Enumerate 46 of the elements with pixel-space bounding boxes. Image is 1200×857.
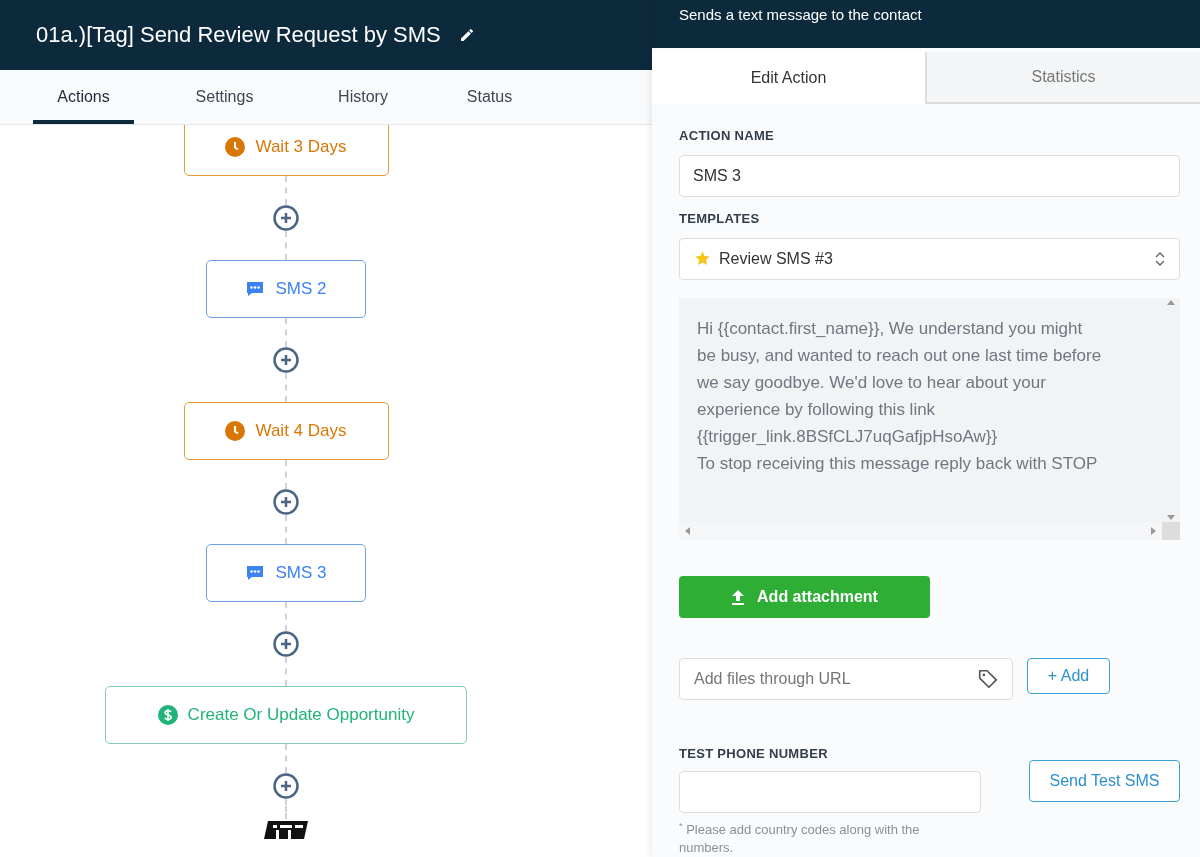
star-icon [694, 250, 711, 268]
add-step-icon[interactable] [273, 347, 299, 373]
add-step-icon[interactable] [273, 631, 299, 657]
dollar-icon [157, 705, 178, 725]
send-test-sms-button[interactable]: Send Test SMS [1029, 759, 1180, 802]
field-label: ACTION NAME [679, 127, 776, 143]
clock-icon [225, 137, 246, 157]
wait-step-node[interactable]: Wait 4 Days [183, 402, 389, 460]
clock-icon [225, 421, 246, 441]
tab[interactable]: Status [439, 70, 540, 124]
opportunity-step-node[interactable]: Create Or Update Opportunity [105, 686, 467, 744]
message-textarea[interactable]: Hi {{contact.first_name}}, We understand you might be busy, and wanted to reach out one last time before we say goodbye. We'd love to hear about your experience by following this link {{trigger_link.8BSfCLJ7uqGafjpHsoAw}} To stop receiving this message reply back with STOP [679, 297, 1180, 540]
scroll-right-arrow-icon[interactable] [1151, 526, 1156, 535]
workflow-title: 01a.)[Tag] Send Review Request by SMS [36, 22, 441, 48]
panel-subtitle: Sends a text message to the contact [679, 6, 922, 23]
tab[interactable]: Edit Action [652, 52, 925, 104]
helper-note: $^{*}$ Please add country codes along with the numbers. [679, 819, 921, 857]
field-label: TEMPLATES [679, 210, 761, 226]
add-step-icon[interactable] [273, 205, 299, 231]
wait-step-node[interactable]: Wait 3 Days [183, 125, 389, 176]
tab[interactable]: History [303, 70, 423, 124]
sms-step-node[interactable]: SMS 2 [206, 260, 366, 318]
scroll-down-arrow-icon[interactable] [1167, 514, 1175, 520]
add-attachment-button[interactable]: Add attachment [679, 575, 930, 618]
tag-icon [977, 667, 999, 690]
add-step-icon[interactable] [273, 489, 299, 515]
field-label: TEST PHONE NUMBER [679, 745, 829, 761]
template-select[interactable]: Review SMS #3 [679, 237, 1180, 280]
action-name-field[interactable]: SMS 3 [679, 154, 1180, 197]
tab[interactable]: Statistics [925, 52, 1200, 104]
chevron-updown-icon [1155, 250, 1165, 267]
chat-bubble-icon [245, 279, 266, 299]
add-step-icon[interactable] [273, 773, 299, 799]
scrollbar-corner [1162, 521, 1180, 540]
tab[interactable]: Settings [164, 70, 285, 124]
tab[interactable]: Actions [33, 70, 134, 124]
end-flag-icon [262, 819, 310, 839]
scroll-up-arrow-icon[interactable] [1167, 299, 1175, 305]
scroll-left-arrow-icon[interactable] [685, 526, 690, 535]
edit-icon[interactable] [458, 27, 475, 43]
phone-number-field[interactable] [679, 770, 981, 813]
url-input-field[interactable]: Add files through URL [679, 657, 1013, 700]
upload-icon [731, 588, 746, 605]
sms-step-node[interactable]: SMS 3 [206, 544, 366, 602]
add-url-button[interactable]: + Add [1027, 657, 1110, 694]
chat-bubble-icon [245, 563, 266, 583]
